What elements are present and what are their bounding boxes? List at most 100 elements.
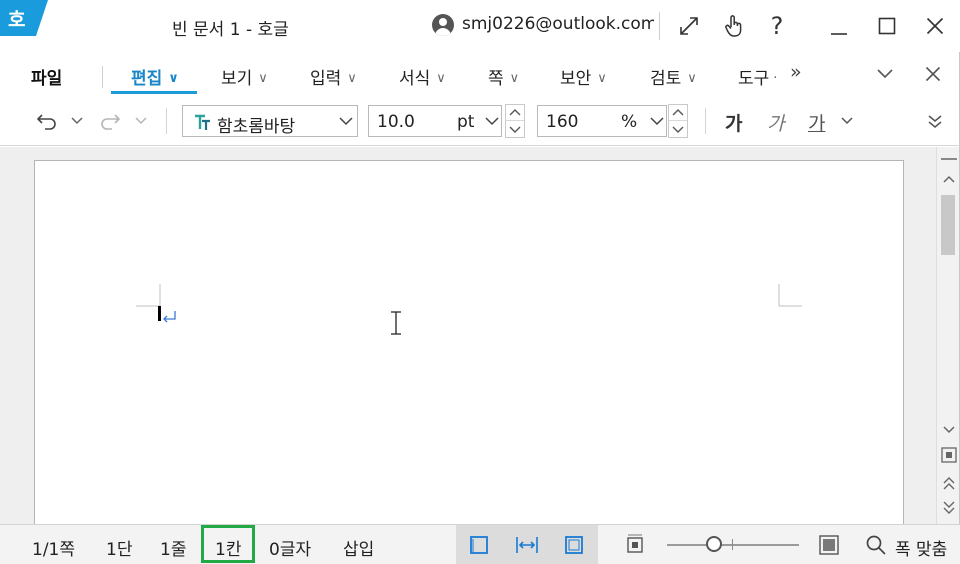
redo-icon[interactable] [93, 105, 127, 137]
chevron-down-icon: ∨ [168, 71, 179, 86]
font-size-stepper[interactable] [505, 104, 525, 138]
account-email: smj0226@outlook.com [462, 14, 654, 34]
paragraph-mark-icon [163, 311, 176, 323]
fit-width-label[interactable]: 폭 맞춤 [895, 535, 947, 560]
line-spacing-stepper[interactable] [668, 104, 688, 138]
document-title: 빈 문서 1 - 호글 [172, 20, 289, 40]
undo-dropdown-icon[interactable] [60, 105, 94, 137]
decrease-icon[interactable] [506, 121, 524, 137]
close-icon[interactable] [918, 10, 952, 42]
line-spacing-select[interactable]: 160 % [537, 105, 667, 137]
tab-label: 보안 [560, 69, 592, 89]
title-bar: 호 빈 문서 1 - 호글 smj0226@outlook.com ? [0, 0, 960, 52]
font-size-select[interactable]: 10.0 pt [368, 105, 502, 137]
status-line[interactable]: 1줄 [160, 535, 186, 560]
expand-toolbar-icon[interactable] [918, 105, 952, 137]
tab-label: 보기 [221, 69, 253, 89]
ribbon-collapse-icon[interactable] [868, 58, 902, 90]
chevron-down-icon: ∨ [509, 71, 520, 86]
toolbar-separator [705, 108, 706, 134]
zoom-out-page-icon[interactable] [617, 525, 653, 564]
zoom-slider-knob[interactable] [706, 536, 722, 552]
status-page[interactable]: 1/1쪽 [32, 535, 75, 560]
increase-icon[interactable] [506, 105, 524, 121]
full-page-view-icon[interactable] [461, 525, 497, 564]
app-logo-text: 호 [8, 9, 26, 31]
page-view-icon[interactable] [556, 525, 592, 564]
status-column[interactable]: 1단 [106, 535, 132, 560]
scroll-down-icon[interactable] [939, 420, 958, 440]
bold-button[interactable]: 가 [725, 109, 742, 136]
document-canvas[interactable] [0, 147, 936, 530]
maximize-icon[interactable] [870, 10, 904, 42]
zoom-in-page-icon[interactable] [811, 525, 847, 564]
italic-button[interactable]: 가 [767, 109, 784, 136]
tab-view[interactable]: 보기 ∨ [221, 64, 268, 94]
tab-format[interactable]: 서식 ∨ [399, 64, 446, 94]
font-name-select[interactable]: 함초롬바탕 [182, 105, 358, 137]
account-info[interactable]: smj0226@outlook.com [432, 12, 654, 40]
tab-review[interactable]: 검토 ∨ [650, 64, 697, 94]
tab-file[interactable]: 파일 [31, 64, 62, 89]
active-tab-indicator [111, 91, 197, 94]
undo-icon[interactable] [30, 105, 64, 137]
format-toolbar: 함초롬바탕 10.0 pt 160 % 가 가 가 [0, 98, 960, 146]
ibeam-cursor-icon [391, 311, 401, 335]
more-tabs-icon[interactable]: » [790, 61, 802, 91]
minimize-icon[interactable] [822, 10, 856, 42]
page-view-icon[interactable] [939, 445, 958, 465]
tab-security[interactable]: 보안 ∨ [560, 64, 607, 94]
zoom-search-icon[interactable] [858, 525, 894, 564]
font-type-icon [195, 114, 210, 130]
tab-insert[interactable]: 입력 ∨ [310, 64, 357, 94]
font-name-value: 함초롬바탕 [217, 117, 296, 137]
tab-label: 도구 [738, 69, 770, 89]
underline-dropdown-icon[interactable] [830, 105, 864, 137]
ribbon-close-icon[interactable] [916, 58, 950, 90]
scroll-up-icon[interactable] [939, 169, 958, 189]
zoom-slider-tick [732, 539, 733, 550]
margin-guide-top-right [778, 284, 802, 307]
app-logo-icon[interactable]: 호 [0, 0, 48, 36]
status-char-count[interactable]: 0글자 [269, 535, 311, 560]
chevron-down-icon: ∨ [258, 71, 268, 86]
touch-hand-icon[interactable] [717, 10, 751, 42]
tab-label: 쪽 [488, 69, 504, 89]
underline-button[interactable]: 가 [808, 109, 825, 136]
chevron-down-icon [339, 117, 353, 126]
decrease-icon[interactable] [669, 121, 687, 137]
chevron-down-icon: ∨ [687, 71, 697, 86]
line-spacing-unit: % [621, 112, 638, 132]
highlight-box [201, 525, 255, 563]
vertical-scrollbar[interactable] [936, 147, 959, 524]
next-page-icon[interactable] [939, 498, 958, 518]
line-spacing-value: 160 [546, 112, 579, 132]
split-handle-icon[interactable] [939, 149, 958, 169]
prev-page-icon[interactable] [939, 473, 958, 493]
chevron-down-icon [485, 117, 499, 126]
font-size-unit: pt [457, 112, 475, 132]
tab-page[interactable]: 쪽 ∨ [488, 64, 519, 94]
tab-label: 입력 [310, 69, 342, 89]
increase-icon[interactable] [669, 105, 687, 121]
ribbon-tabs: 파일 편집 ∨ 보기 ∨ 입력 ∨ 서식 ∨ 쪽 ∨ 보안 ∨ 검토 ∨ 도구 · » [0, 52, 960, 98]
status-insert-mode[interactable]: 삽입 [343, 535, 374, 560]
zoom-slider-track[interactable] [667, 544, 799, 546]
tab-label: 검토 [650, 69, 682, 89]
redo-dropdown-icon[interactable] [124, 105, 158, 137]
document-page[interactable] [34, 160, 904, 530]
fit-width-view-icon[interactable] [509, 525, 545, 564]
user-avatar-icon [432, 14, 454, 36]
tab-tools[interactable]: 도구 · [738, 64, 777, 94]
status-bar: 1/1쪽 1단 1줄 1칸 0글자 삽입 폭 맞춤 [0, 524, 960, 564]
chevron-down-icon [650, 117, 664, 126]
toolbar-separator [166, 108, 167, 134]
chevron-down-icon: ∨ [347, 71, 357, 86]
chevron-down-icon: ∨ [597, 71, 607, 86]
help-button[interactable]: ? [760, 10, 794, 42]
expand-icon[interactable] [672, 10, 706, 42]
scroll-thumb[interactable] [941, 195, 955, 255]
hwp-window: 호 빈 문서 1 - 호글 smj0226@outlook.com ? 파일 편… [0, 0, 960, 564]
menu-separator [102, 66, 103, 88]
tab-edit[interactable]: 편집 ∨ [131, 64, 179, 94]
